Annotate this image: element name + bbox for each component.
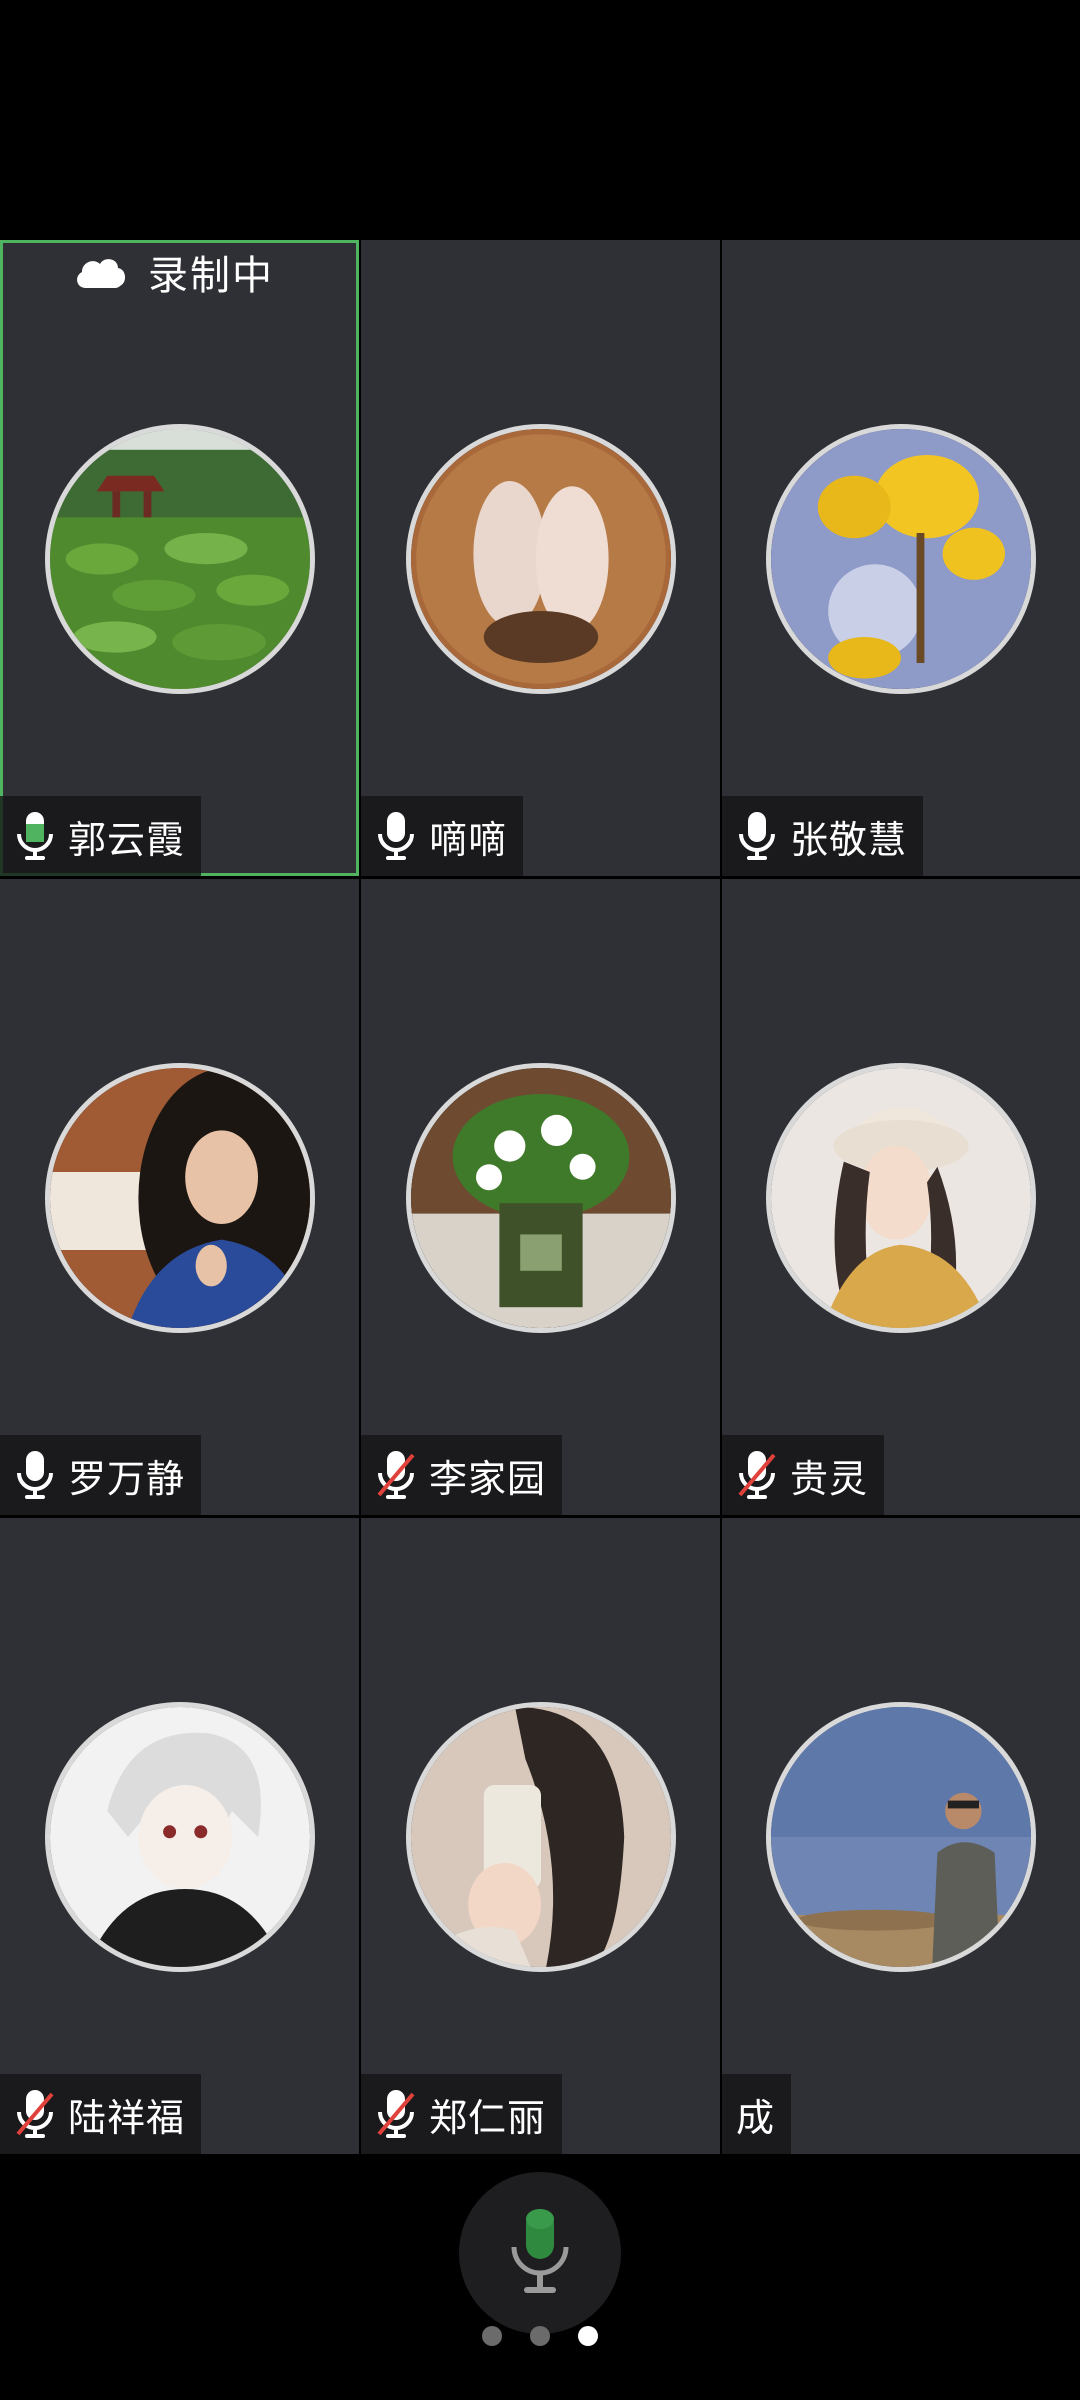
mic-icon	[736, 810, 778, 862]
participant-tile[interactable]: 成	[722, 1518, 1080, 2154]
avatar	[766, 424, 1036, 694]
participant-name-tag: 成	[722, 2074, 792, 2154]
mic-muted-icon	[14, 2088, 56, 2140]
participant-tile[interactable]: 嘀嘀	[361, 240, 720, 876]
participant-name-tag: 陆祥福	[0, 2074, 202, 2154]
microphone-button[interactable]	[459, 2172, 621, 2334]
participant-name-tag: 嘀嘀	[361, 796, 524, 876]
participant-grid: 录制中 郭云霞 嘀嘀 张敬慧 罗万静 李家园 贵灵 陆祥福 郑仁丽 成	[0, 240, 1080, 2160]
recording-label: 录制中	[148, 253, 274, 299]
avatar	[766, 1063, 1036, 1333]
avatar	[44, 1702, 315, 1972]
participant-tile[interactable]: 录制中 郭云霞	[0, 240, 359, 876]
mic-muted-icon	[375, 2088, 417, 2140]
mic-muted-icon	[375, 1449, 417, 1501]
participant-name: 成	[736, 2095, 776, 2140]
participant-name: 张敬慧	[790, 817, 908, 862]
recording-indicator: 录制中	[72, 242, 274, 302]
participant-tile[interactable]: 罗万静	[0, 879, 359, 1515]
mic-icon	[375, 810, 417, 862]
cloud-icon	[77, 259, 126, 288]
participant-tile[interactable]: 张敬慧	[722, 240, 1080, 876]
participant-name: 罗万静	[68, 1456, 186, 1501]
participant-name-tag: 郑仁丽	[361, 2074, 563, 2154]
participant-name-tag: 李家园	[361, 1435, 563, 1515]
participant-name: 李家园	[429, 1456, 547, 1501]
participant-name: 贵灵	[790, 1456, 869, 1501]
microphone-icon	[511, 2209, 569, 2293]
page-dot[interactable]	[482, 2326, 502, 2346]
avatar	[44, 424, 315, 694]
participant-name-tag: 张敬慧	[722, 796, 924, 876]
avatar	[405, 1702, 676, 1972]
avatar	[405, 1063, 676, 1333]
mic-speaking-icon	[14, 810, 56, 862]
participant-name-tag: 贵灵	[722, 1435, 885, 1515]
participant-tile[interactable]: 郑仁丽	[361, 1518, 720, 2154]
page-dot-active[interactable]	[578, 2326, 598, 2346]
participant-name-tag: 罗万静	[0, 1435, 202, 1515]
participant-name-tag: 郭云霞	[0, 796, 202, 876]
mic-muted-icon	[736, 1449, 778, 1501]
participant-name: 嘀嘀	[429, 817, 508, 862]
participant-name: 郭云霞	[68, 817, 186, 862]
participant-name: 陆祥福	[68, 2095, 186, 2140]
avatar	[405, 424, 676, 694]
page-indicator	[0, 2326, 1080, 2346]
avatar	[44, 1063, 315, 1333]
participant-name: 郑仁丽	[429, 2095, 547, 2140]
bottom-control-bar	[0, 2160, 1080, 2400]
participant-tile[interactable]: 陆祥福	[0, 1518, 359, 2154]
avatar	[766, 1702, 1036, 1972]
participant-tile[interactable]: 贵灵	[722, 879, 1080, 1515]
page-dot[interactable]	[530, 2326, 550, 2346]
mic-icon	[14, 1449, 56, 1501]
participant-tile[interactable]: 李家园	[361, 879, 720, 1515]
